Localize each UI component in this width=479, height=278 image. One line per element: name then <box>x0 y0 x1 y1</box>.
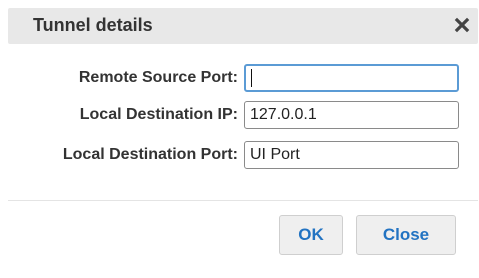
dialog-title: Tunnel details <box>33 15 153 35</box>
local-destination-ip-input[interactable] <box>244 101 459 129</box>
dialog-titlebar: Tunnel details <box>8 8 478 44</box>
local-destination-port-row: Local Destination Port: <box>0 141 479 169</box>
close-icon[interactable] <box>454 17 470 33</box>
local-destination-port-input[interactable] <box>244 141 459 169</box>
remote-source-port-label: Remote Source Port: <box>78 69 238 86</box>
remote-source-port-row: Remote Source Port: <box>0 64 479 92</box>
local-destination-ip-row: Local Destination IP: <box>0 101 479 129</box>
local-destination-port-label: Local Destination Port: <box>62 146 238 163</box>
ok-button[interactable]: OK <box>279 215 343 255</box>
close-button[interactable]: Close <box>356 215 456 255</box>
footer-divider <box>8 200 478 201</box>
local-destination-ip-label: Local Destination IP: <box>79 106 238 123</box>
text-caret <box>251 69 252 87</box>
remote-source-port-input[interactable] <box>244 64 459 92</box>
tunnel-details-dialog: Tunnel details Remote Source Port: Local… <box>0 0 479 278</box>
